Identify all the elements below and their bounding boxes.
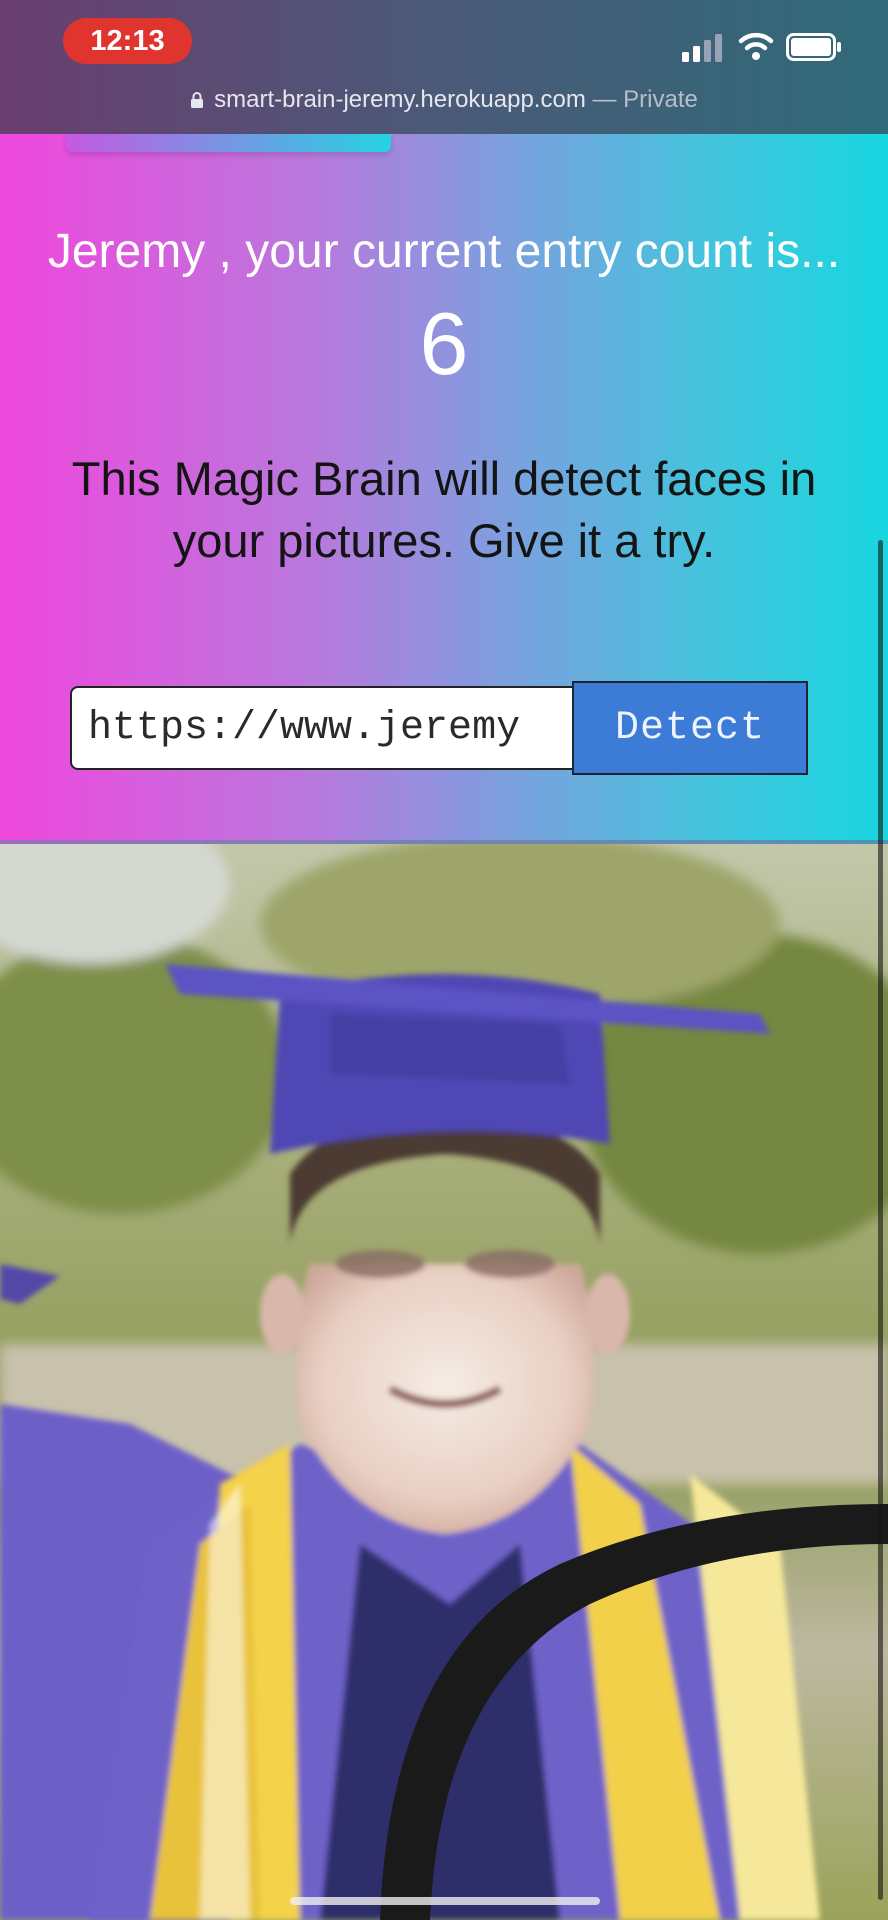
home-indicator[interactable] <box>290 1897 600 1905</box>
intro-text: This Magic Brain will detect faces in yo… <box>71 452 817 567</box>
cellular-signal-icon <box>682 34 722 62</box>
private-label: — Private <box>592 86 698 113</box>
browser-address-bar[interactable]: smart-brain-jeremy.herokuapp.com — Priva… <box>0 85 888 115</box>
detected-face-image <box>0 844 888 1920</box>
rank-message: Jeremy , your current entry count is... <box>47 225 841 278</box>
url-text: smart-brain-jeremy.herokuapp.com <box>214 86 586 113</box>
battery-icon <box>786 33 841 61</box>
lock-icon <box>191 92 204 108</box>
app-panel: Jeremy , your current entry count is... … <box>0 134 888 846</box>
entry-count: 6 <box>419 294 469 393</box>
status-time[interactable]: 12:13 <box>63 18 192 64</box>
scroll-indicator[interactable] <box>878 540 883 1900</box>
detect-button[interactable]: Detect <box>572 681 808 775</box>
status-bar: 12:13 smart-brain-jeremy.herokuapp.com —… <box>0 0 888 134</box>
wifi-icon <box>738 32 774 60</box>
navigation-bar <box>66 134 391 152</box>
image-url-input[interactable] <box>70 686 608 770</box>
